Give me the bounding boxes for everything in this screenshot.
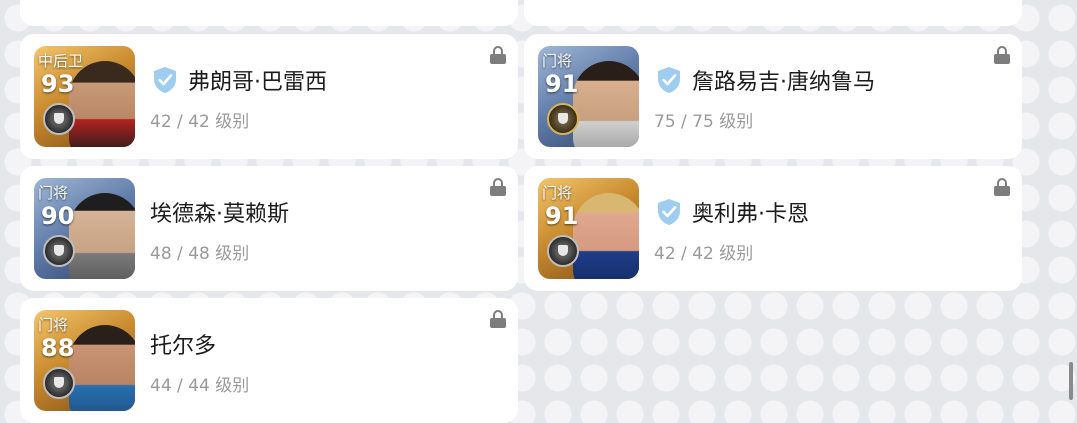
position-label: 门将: [542, 184, 573, 202]
player-name: 托尔多: [150, 334, 217, 359]
player-avatar: 中后卫 93: [34, 46, 135, 147]
player-level: 48 / 48 级别: [150, 244, 250, 264]
player-avatar: 门将 90: [34, 178, 135, 279]
rating-value: 93: [41, 70, 75, 98]
position-label: 门将: [38, 184, 69, 202]
lock-icon[interactable]: [994, 178, 1010, 196]
player-card[interactable]: 门将 91 奥利弗·卡恩 42 / 42 级别: [524, 166, 1022, 291]
rating-value: 90: [41, 202, 75, 230]
player-card[interactable]: 门将 88 托尔多 44 / 44 级别: [20, 298, 518, 423]
player-card-partial[interactable]: [20, 0, 518, 26]
club-badge-icon: [43, 367, 75, 399]
position-label: 门将: [38, 316, 69, 334]
player-name: 弗朗哥·巴雷西: [188, 70, 327, 95]
player-card[interactable]: 门将 90 埃德森·莫赖斯 48 / 48 级别: [20, 166, 518, 291]
club-badge-icon: [43, 235, 75, 267]
player-name: 奥利弗·卡恩: [692, 202, 809, 227]
position-label: 门将: [542, 52, 573, 70]
player-level: 42 / 42 级别: [150, 112, 250, 132]
rating-value: 91: [545, 202, 579, 230]
player-avatar: 门将 91: [538, 46, 639, 147]
player-card-partial[interactable]: [524, 0, 1022, 26]
rating-value: 88: [41, 334, 75, 362]
scrollbar[interactable]: [1069, 362, 1073, 400]
lock-icon[interactable]: [490, 46, 506, 64]
player-level: 42 / 42 级别: [654, 244, 754, 264]
player-name: 埃德森·莫赖斯: [150, 202, 289, 227]
club-badge-icon: [547, 235, 579, 267]
player-avatar: 门将 88: [34, 310, 135, 411]
position-label: 中后卫: [38, 52, 84, 70]
club-badge-icon: [547, 103, 579, 135]
player-level: 44 / 44 级别: [150, 376, 250, 396]
rating-value: 91: [545, 70, 579, 98]
lock-icon[interactable]: [490, 178, 506, 196]
player-avatar: 门将 91: [538, 178, 639, 279]
player-card[interactable]: 门将 91 詹路易吉·唐纳鲁马 75 / 75 级别: [524, 34, 1022, 159]
player-level: 75 / 75 级别: [654, 112, 754, 132]
lock-icon[interactable]: [994, 46, 1010, 64]
verified-shield-icon: [658, 67, 680, 93]
club-badge-icon: [43, 103, 75, 135]
player-name: 詹路易吉·唐纳鲁马: [692, 70, 875, 95]
verified-shield-icon: [658, 199, 680, 225]
player-card[interactable]: 中后卫 93 弗朗哥·巴雷西 42 / 42 级别: [20, 34, 518, 159]
lock-icon[interactable]: [490, 310, 506, 328]
verified-shield-icon: [154, 67, 176, 93]
